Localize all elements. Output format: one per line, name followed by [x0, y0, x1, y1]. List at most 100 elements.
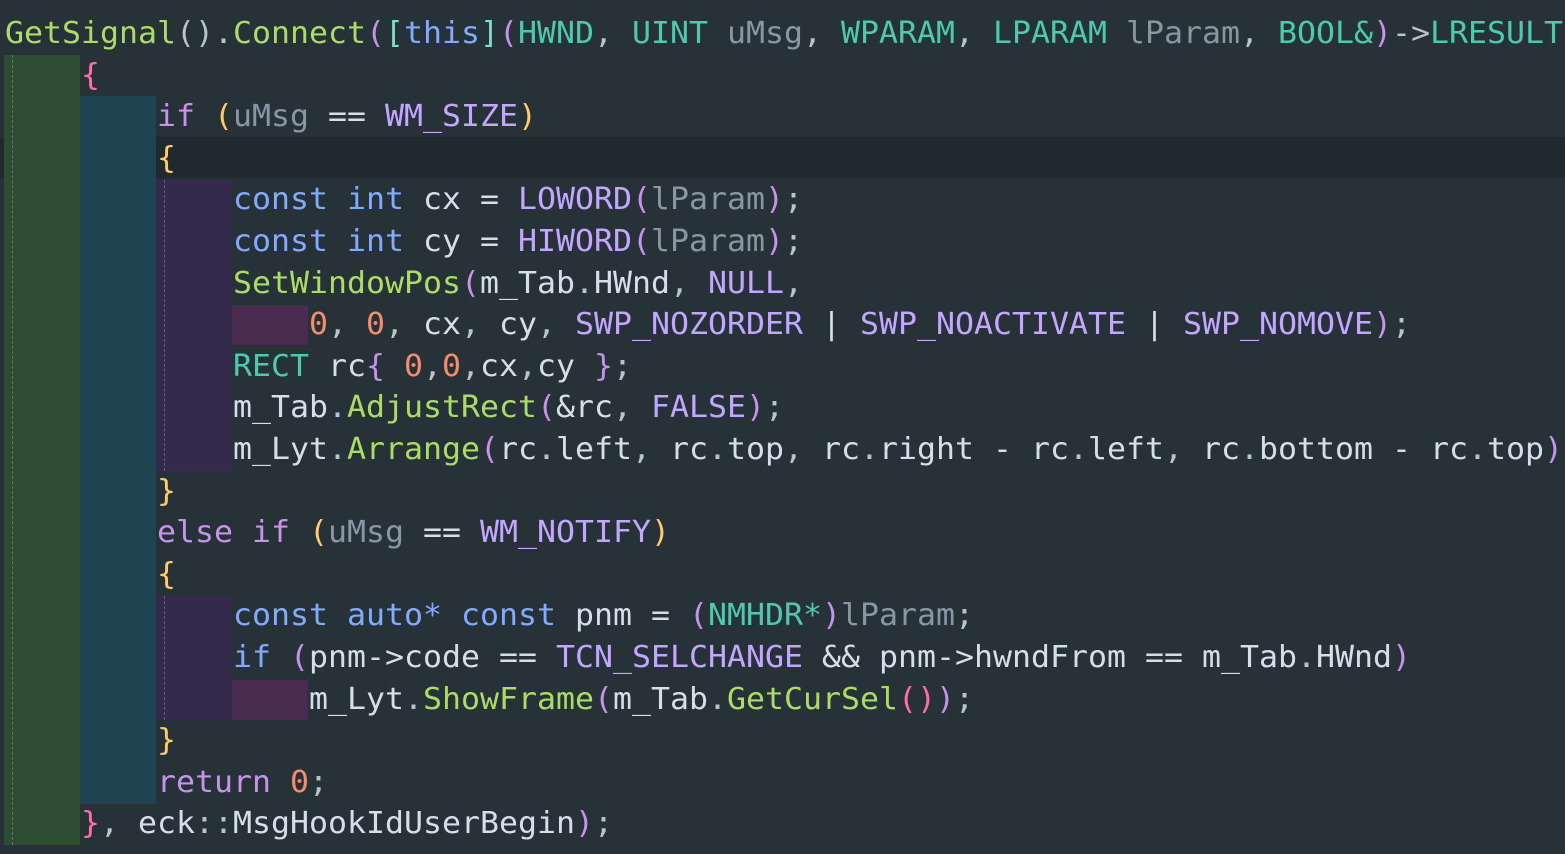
code-line[interactable]: } — [5, 471, 176, 513]
code-token: [ — [384, 16, 404, 51]
code-editor[interactable]: GetSignal().Connect([this](HWND, UINT uM… — [0, 0, 1565, 854]
code-token: . — [1068, 432, 1088, 467]
code-token: top — [1486, 432, 1544, 467]
code-token: - — [973, 432, 1031, 467]
code-token: HWnd — [593, 265, 670, 301]
code-line[interactable]: } — [5, 720, 176, 762]
code-token: ( — [536, 390, 556, 426]
code-line[interactable]: { — [5, 554, 176, 596]
code-token: pnm — [878, 640, 936, 675]
code-token: int — [346, 224, 404, 259]
code-line[interactable]: else if (uMsg == WM_NOTIFY) — [5, 512, 670, 554]
code-token: ; — [593, 806, 613, 842]
code-token: 0 — [308, 307, 328, 343]
code-line[interactable]: m_Tab.AdjustRect(&rc, FALSE); — [5, 387, 784, 429]
code-line[interactable]: const int cx = LOWORD(lParam); — [5, 179, 803, 221]
code-line[interactable]: m_Lyt.ShowFrame(m_Tab.GetCurSel()); — [5, 679, 974, 721]
code-token: uMsg — [726, 16, 803, 51]
code-token: -> — [365, 640, 404, 675]
code-line[interactable]: if (pnm->code == TCN_SELCHANGE && pnm->h… — [5, 637, 1411, 679]
code-token: AdjustRect — [346, 390, 537, 426]
code-token: 0 — [289, 764, 309, 800]
code-token: lParam — [840, 598, 955, 634]
code-line[interactable]: const auto* const pnm = (NMHDR*)lParam; — [5, 595, 974, 637]
code-token: ( — [593, 681, 613, 717]
code-token: . — [327, 390, 347, 426]
code-token: m_Lyt — [232, 432, 328, 467]
code-token: ; — [308, 764, 328, 800]
code-token: rc — [327, 348, 366, 384]
code-token: ) — [1543, 432, 1563, 467]
code-token: this — [403, 16, 480, 51]
code-token: cy — [498, 307, 537, 343]
code-line[interactable]: if (uMsg == WM_SIZE) — [5, 96, 537, 138]
code-token: const — [460, 598, 556, 634]
code-token: { — [156, 556, 176, 592]
code-line[interactable]: return 0; — [5, 762, 328, 804]
code-token: left — [1087, 432, 1164, 467]
code-token: , — [783, 432, 822, 467]
code-token: lParam — [650, 224, 765, 259]
code-token: . — [327, 432, 347, 467]
code-line[interactable]: { — [5, 138, 176, 180]
code-line[interactable]: }, eck::MsgHookIdUserBegin); — [5, 803, 613, 845]
code-token: ( — [308, 515, 328, 551]
code-token: if — [156, 99, 195, 135]
code-token: LRESULT — [1429, 16, 1563, 51]
code-token: { — [80, 57, 100, 93]
code-token: else — [156, 515, 233, 551]
code-line[interactable]: GetSignal().Connect([this](HWND, UINT uM… — [5, 13, 1563, 55]
code-token: , — [1239, 16, 1278, 51]
code-token: SWP_NOZORDER — [574, 307, 803, 343]
code-line[interactable]: 0, 0, cx, cy, SWP_NOZORDER | SWP_NOACTIV… — [5, 304, 1411, 346]
code-token: rc — [821, 432, 860, 467]
code-token: ; — [1391, 307, 1411, 343]
code-token: { — [365, 348, 385, 384]
code-token: , — [1163, 432, 1202, 467]
code-line[interactable]: const int cy = HIWORD(lParam); — [5, 221, 803, 263]
code-token: left — [555, 432, 632, 467]
code-token: SWP_NOMOVE — [1182, 307, 1373, 343]
code-token: } — [593, 348, 613, 384]
code-token: if — [232, 640, 271, 675]
code-token: pnm — [308, 640, 366, 675]
code-token: lParam — [1125, 16, 1240, 51]
code-token: TCN_SELCHANGE — [555, 640, 803, 675]
code-token: ) — [1391, 640, 1411, 675]
code-line[interactable]: { — [5, 55, 100, 97]
code-token: cy — [422, 224, 461, 259]
code-line[interactable]: SetWindowPos(m_Tab.HWnd, NULL, — [5, 263, 803, 305]
code-token: ) — [1372, 16, 1392, 51]
code-token: == — [403, 515, 480, 551]
code-token: WM_SIZE — [384, 99, 518, 135]
code-token: eck — [137, 806, 195, 842]
code-token: HIWORD — [517, 224, 632, 259]
code-line[interactable]: RECT rc{ 0,0,cx,cy }; — [5, 346, 632, 388]
code-token: &rc — [555, 390, 613, 426]
code-token: ) — [517, 99, 537, 135]
code-token: , — [460, 348, 480, 384]
code-token: m_Tab — [1201, 640, 1297, 675]
code-line[interactable]: m_Lyt.Arrange(rc.left, rc.top, rc.right … — [5, 429, 1563, 471]
code-token: ( — [631, 224, 651, 259]
code-token: } — [156, 473, 176, 509]
code-token: const — [232, 598, 328, 634]
code-token: ) — [1372, 307, 1392, 343]
code-token: , — [593, 16, 632, 51]
code-token: ) — [574, 806, 594, 842]
code-token: . — [707, 432, 727, 467]
